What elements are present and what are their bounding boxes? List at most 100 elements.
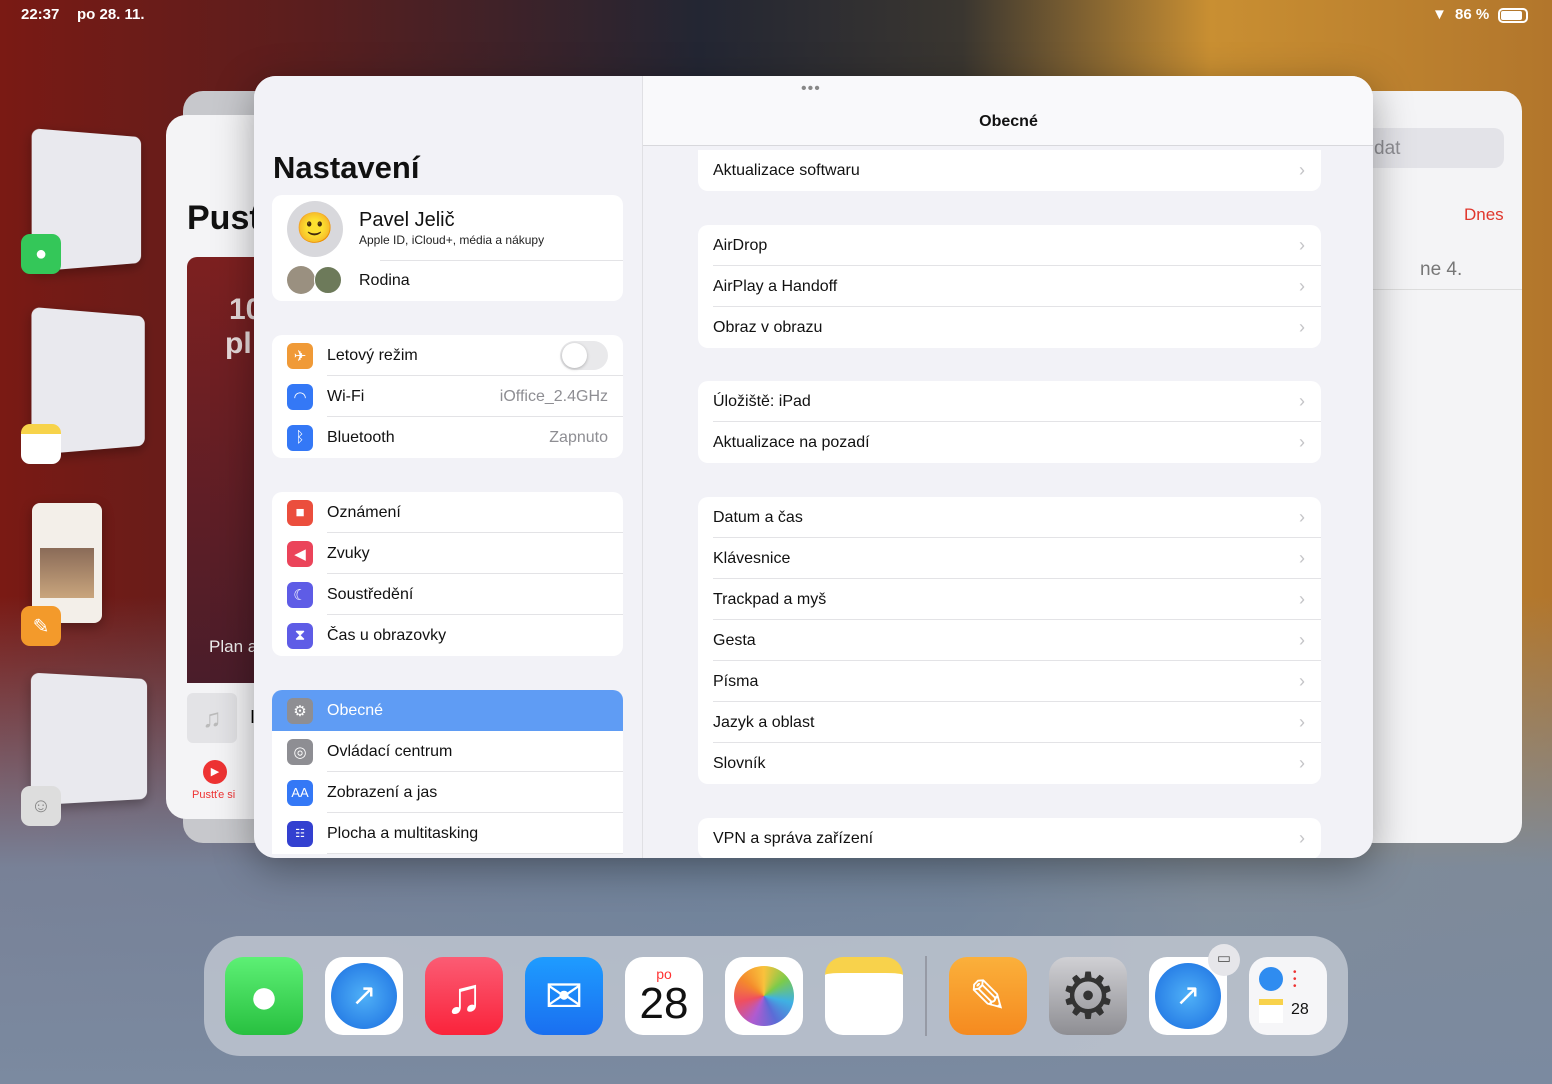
wifi-icon: ▼: [1432, 6, 1447, 23]
settings-window: Nastavení 🙂 Pavel Jelič Apple ID, iCloud…: [254, 76, 1373, 858]
hourglass-icon: ⧗: [287, 622, 313, 649]
pages-window-thumbnail[interactable]: [32, 503, 102, 623]
airplane-mode-toggle[interactable]: [560, 341, 608, 370]
multitasking-handle-icon[interactable]: •••: [801, 80, 821, 98]
chevron-right-icon: ›: [1299, 391, 1305, 411]
gestures-row[interactable]: Gesta ›: [698, 620, 1321, 661]
chevron-right-icon: ›: [1299, 160, 1305, 180]
vpn-device-management-row[interactable]: VPN a správa zařízení ›: [698, 818, 1321, 858]
trackpad-mouse-row[interactable]: Trackpad a myš ›: [698, 579, 1321, 620]
row-label: Ovládací centrum: [327, 742, 453, 760]
laptop-handoff-icon: ▭: [1208, 944, 1240, 976]
sounds-row[interactable]: ◀ Zvuky: [272, 533, 623, 574]
date-time-row[interactable]: Datum a čas ›: [698, 497, 1321, 538]
row-label: Písma: [713, 672, 759, 690]
bluetooth-row[interactable]: ᛒ Bluetooth Zapnuto: [272, 417, 623, 458]
photos-icon[interactable]: [725, 957, 803, 1035]
wifi-row[interactable]: ◠ Wi-Fi iOffice_2.4GHz: [272, 376, 623, 417]
detail-title: Obecné: [979, 113, 1038, 130]
battery-icon: [1498, 8, 1528, 23]
connectivity-group: ✈ Letový režim ◠ Wi-Fi iOffice_2.4GHz ᛒ Blue…: [272, 335, 623, 458]
software-update-row[interactable]: Aktualizace softwaru ›: [698, 150, 1321, 191]
messages-app-icon: ●: [21, 234, 61, 274]
display-row[interactable]: AA Zobrazení a jas: [272, 772, 623, 813]
general-group: ⚙ Obecné ◎ Ovládací centrum AA Zobrazení a …: [272, 690, 623, 854]
music-icon[interactable]: ♫: [425, 957, 503, 1035]
profile-group: 🙂 Pavel Jelič Apple ID, iCloud+, média a…: [272, 195, 623, 301]
row-label: Úložiště: iPad: [713, 392, 811, 410]
messages-icon[interactable]: ●: [225, 957, 303, 1035]
screen-time-row[interactable]: ⧗ Čas u obrazovky: [272, 615, 623, 656]
storage-row[interactable]: Úložiště: iPad ›: [698, 381, 1321, 422]
airplane-mode-row[interactable]: ✈ Letový režim: [272, 335, 623, 376]
picture-in-picture-row[interactable]: Obraz v obrazu ›: [698, 307, 1321, 348]
airdrop-row[interactable]: AirDrop ›: [698, 225, 1321, 266]
toggles-icon: ◎: [287, 738, 313, 765]
chevron-right-icon: ›: [1299, 828, 1305, 848]
row-label: Aktualizace softwaru: [713, 161, 860, 179]
fonts-row[interactable]: Písma ›: [698, 661, 1321, 702]
wifi-value: iOffice_2.4GHz: [499, 387, 608, 405]
safari-mini-icon: [1259, 967, 1283, 991]
background-refresh-row[interactable]: Aktualizace na pozadí ›: [698, 422, 1321, 463]
home-screen-row[interactable]: ☷ Plocha a multitasking: [272, 813, 623, 854]
bluetooth-icon: ᛒ: [287, 424, 313, 451]
general-row-selected[interactable]: ⚙ Obecné: [272, 690, 623, 731]
row-label: Zvuky: [327, 544, 370, 562]
keyboard-row[interactable]: Klávesnice ›: [698, 538, 1321, 579]
card-caption: Plan a: [209, 637, 258, 656]
airplay-handoff-row[interactable]: AirPlay a Handoff ›: [698, 266, 1321, 307]
notifications-row[interactable]: ■ Oznámení: [272, 492, 623, 533]
settings-group: Úložiště: iPad › Aktualizace na pozadí ›: [698, 381, 1321, 463]
family-avatar: [287, 266, 315, 294]
settings-group: VPN a správa zařízení ›: [698, 818, 1321, 858]
chevron-right-icon: ›: [1299, 753, 1305, 773]
row-label: Datum a čas: [713, 508, 803, 526]
calendar-mini-date: 28: [1291, 1001, 1309, 1018]
row-label: Plocha a multitasking: [327, 824, 479, 842]
pages-app-icon: ✎: [21, 606, 61, 646]
play-icon[interactable]: ▶: [203, 760, 227, 784]
settings-icon[interactable]: ⚙: [1049, 957, 1127, 1035]
chevron-right-icon: ›: [1299, 317, 1305, 337]
reminders-mini-icon: • • •: [1293, 967, 1297, 992]
sidebar: Nastavení 🙂 Pavel Jelič Apple ID, iCloud…: [254, 76, 642, 858]
chevron-right-icon: ›: [1299, 432, 1305, 452]
row-label: Soustředění: [327, 585, 414, 603]
play-tab-label[interactable]: Pustťe si: [192, 789, 235, 801]
avatar[interactable]: 🙂: [287, 201, 343, 257]
calendar-icon[interactable]: po 28: [625, 957, 703, 1035]
row-label: Wi-Fi: [327, 387, 365, 405]
family-row[interactable]: Rodina: [359, 272, 410, 290]
focus-row[interactable]: ☾ Soustředění: [272, 574, 623, 615]
mail-icon[interactable]: ✉: [525, 957, 603, 1035]
row-label: Jazyk a oblast: [713, 713, 815, 731]
speaker-icon: ◀: [287, 540, 313, 567]
bell-icon: ■: [287, 499, 313, 526]
row-label: Zobrazení a jas: [327, 783, 438, 801]
date-label: ne 4.: [1420, 259, 1463, 280]
pages-icon[interactable]: ✎: [949, 957, 1027, 1035]
today-button[interactable]: Dnes: [1464, 205, 1504, 225]
search-field[interactable]: dat: [1374, 138, 1400, 160]
bluetooth-value: Zapnuto: [549, 428, 608, 446]
settings-group: Aktualizace softwaru ›: [698, 150, 1321, 191]
row-label: Trackpad a myš: [713, 590, 827, 608]
language-region-row[interactable]: Jazyk a oblast ›: [698, 702, 1321, 743]
profile-name[interactable]: Pavel Jelič: [359, 209, 455, 232]
notes-mini-icon: [1259, 999, 1283, 1023]
notes-icon[interactable]: [825, 957, 903, 1035]
row-label: Klávesnice: [713, 549, 791, 567]
dictionary-row[interactable]: Slovník ›: [698, 743, 1321, 784]
battery-percent: 86 %: [1455, 6, 1490, 23]
chevron-right-icon: ›: [1299, 235, 1305, 255]
settings-group: AirDrop › AirPlay a Handoff › Obraz v obra…: [698, 225, 1321, 348]
notifications-group: ■ Oznámení ◀ Zvuky ☾ Soustředění ⧗ Čas u obr…: [272, 492, 623, 656]
app-library-icon[interactable]: • • • 28: [1249, 957, 1327, 1035]
safari-icon[interactable]: ↗: [325, 957, 403, 1035]
moon-icon: ☾: [287, 581, 313, 608]
chevron-right-icon: ›: [1299, 630, 1305, 650]
row-label: AirDrop: [713, 236, 768, 254]
gear-icon: ⚙: [287, 697, 313, 724]
control-center-row[interactable]: ◎ Ovládací centrum: [272, 731, 623, 772]
